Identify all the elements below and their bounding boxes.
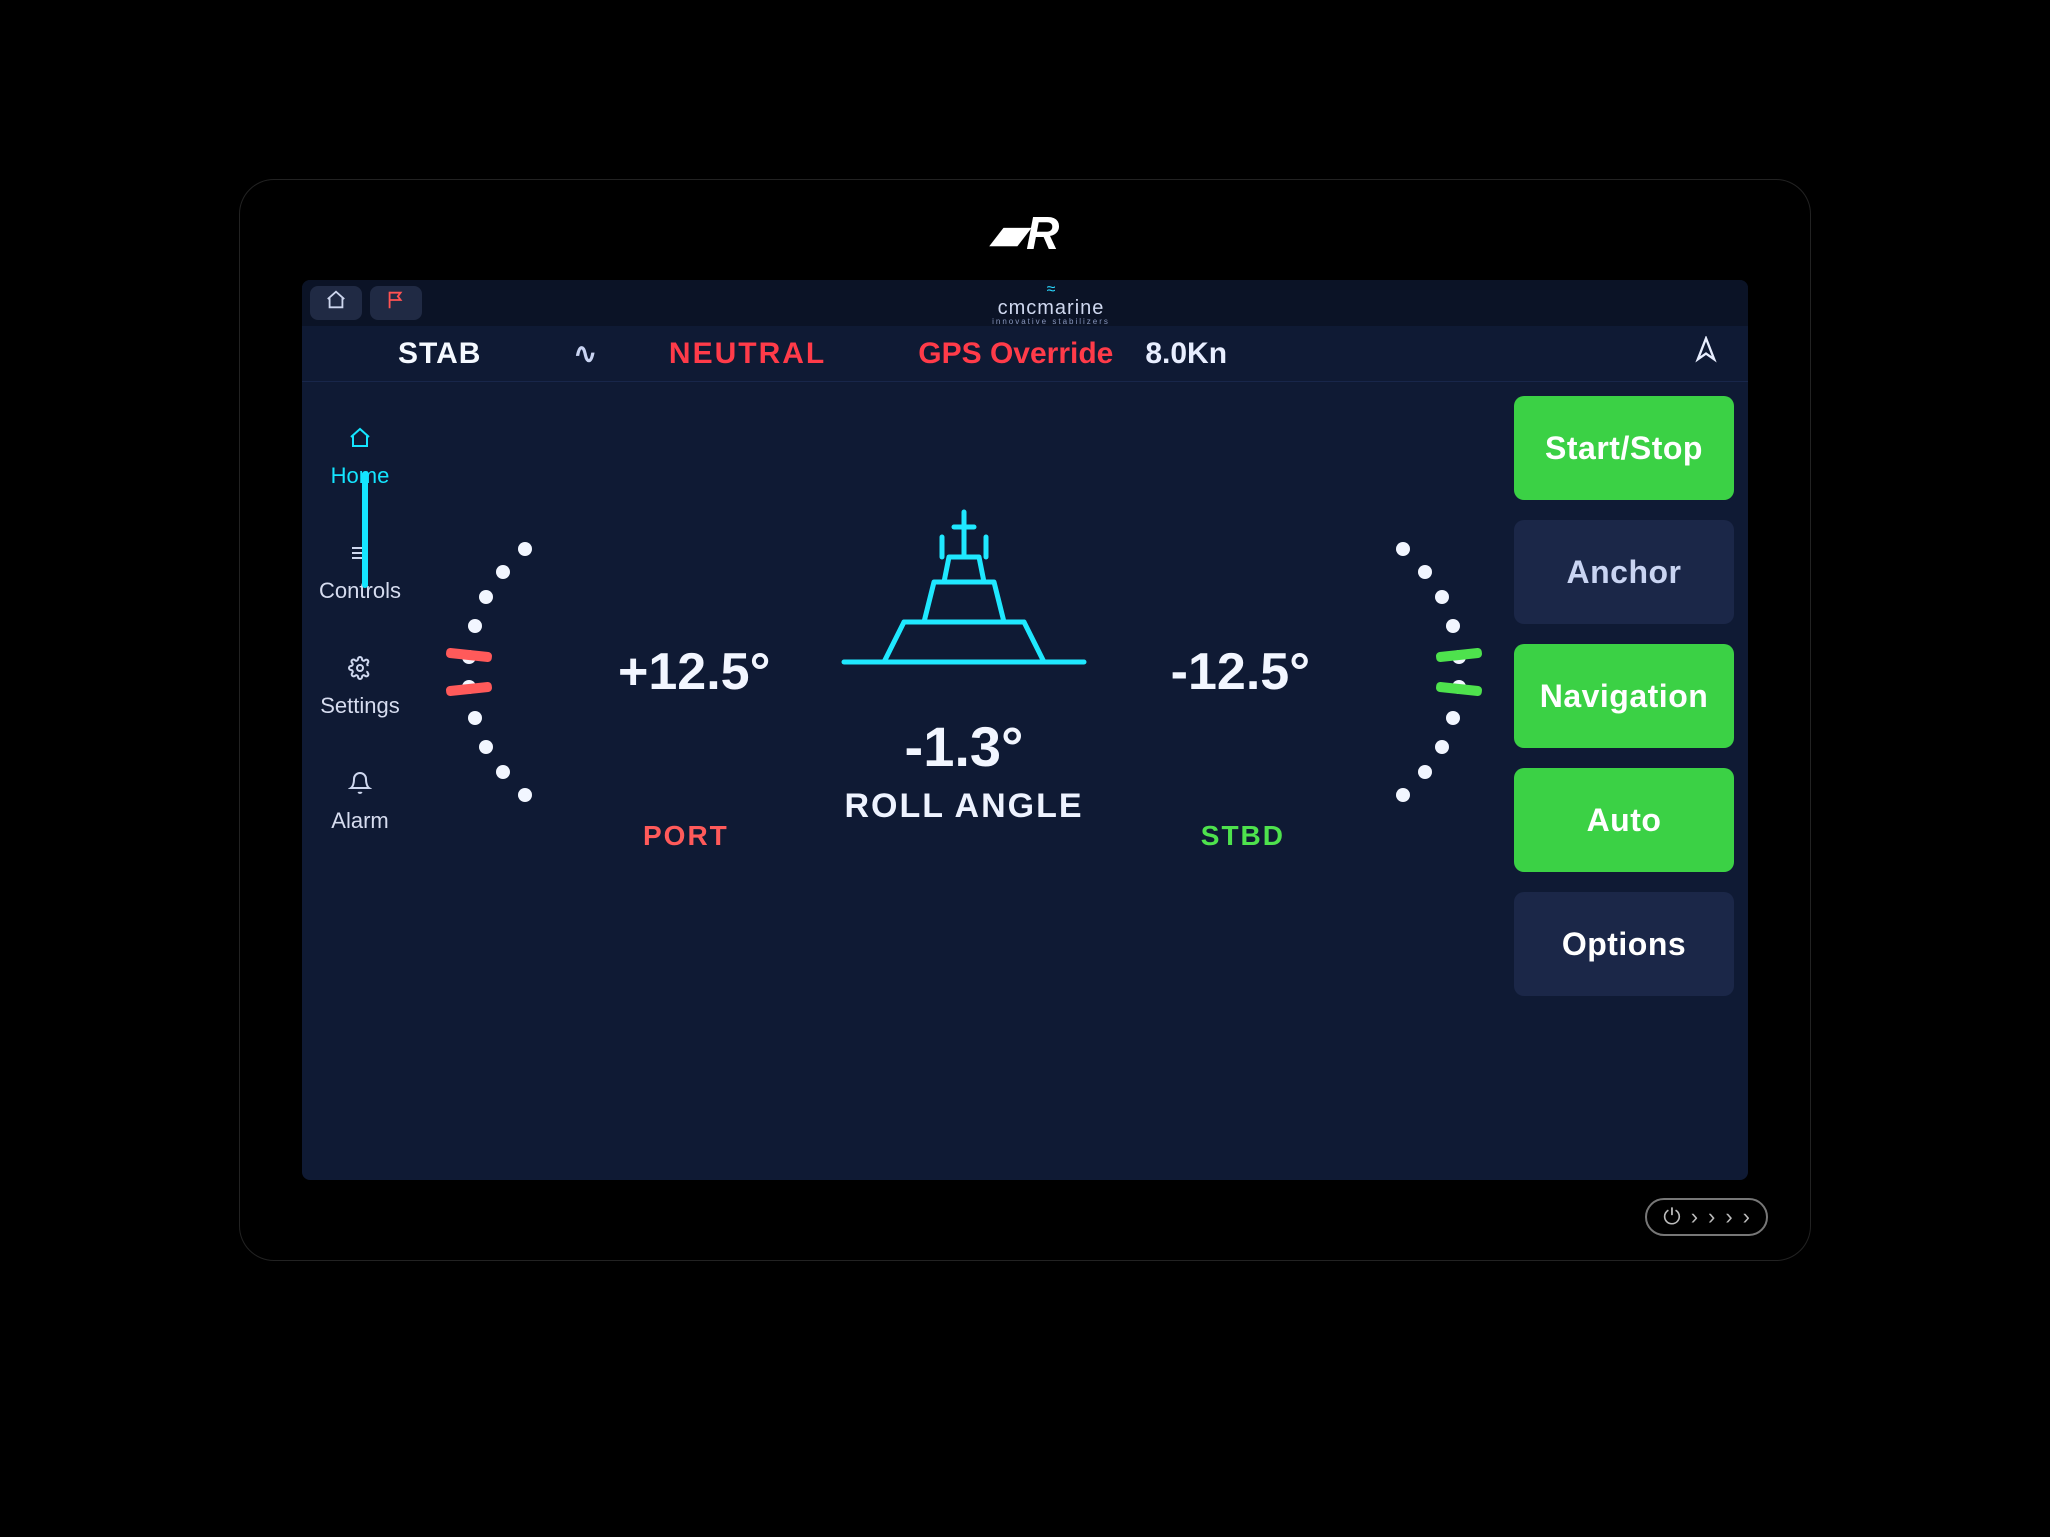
options-button[interactable]: Options [1514,892,1734,996]
gear-icon [348,656,372,687]
auto-button[interactable]: Auto [1514,768,1734,872]
navigation-button[interactable]: Navigation [1514,644,1734,748]
sidebar: Home Controls Settings [302,382,418,1180]
device-power-strip[interactable]: ⏻ › › › › [1645,1198,1768,1236]
status-bar: STAB ∿ NEUTRAL GPS Override 8.0Kn [302,326,1748,382]
start-stop-button[interactable]: Start/Stop [1514,396,1734,500]
brand-name: cmcmarine [998,298,1105,318]
titlebar-home-button[interactable] [310,286,362,320]
wave-icon: ∿ [573,337,596,370]
sidebar-item-settings[interactable]: Settings [302,630,418,745]
sidebar-item-label: Settings [320,693,400,719]
home-icon [348,426,372,457]
mode-label: STAB [398,337,481,371]
chevron-right-icon: › [1725,1204,1732,1230]
ship-display: -1.3° ROLL ANGLE [418,472,1510,826]
power-icon: ⏻ [1663,1204,1680,1230]
brand-wave-icon: ≈ [1047,282,1056,298]
sidebar-item-label: Alarm [331,808,388,834]
brand-area: ≈ cmcmarine innovative stabilizers [430,281,1672,326]
flag-icon [385,289,407,317]
neutral-status: NEUTRAL [669,337,826,371]
action-column: Start/Stop Anchor Navigation Auto Option… [1510,382,1748,1180]
sidebar-item-label: Home [331,463,390,489]
titlebar-flag-button[interactable] [370,286,422,320]
brand-subtitle: innovative stabilizers [992,318,1110,326]
bell-icon [348,771,372,802]
speed-value: 8.0Kn [1145,337,1227,371]
cursor-arrow-icon [1692,336,1720,372]
home-icon [325,289,347,317]
bezel-logo: ▰R [240,206,1810,260]
sidebar-item-home[interactable]: Home [302,400,418,515]
chevron-right-icon: › [1691,1204,1698,1230]
device-frame: ▰R ⏻ › › › › [240,180,1810,1260]
sidebar-active-marker [362,472,368,588]
titlebar: ≈ cmcmarine innovative stabilizers [302,280,1748,326]
sidebar-item-label: Controls [319,578,401,604]
app-screen: ≈ cmcmarine innovative stabilizers STAB … [302,280,1748,1180]
anchor-button[interactable]: Anchor [1514,520,1734,624]
gps-override-label: GPS Override [918,337,1113,371]
menu-icon [348,541,372,572]
chevron-right-icon: › [1708,1204,1715,1230]
ship-icon [834,472,1094,702]
roll-angle-label: ROLL ANGLE [844,787,1083,826]
sidebar-item-controls[interactable]: Controls [302,515,418,630]
roll-angle-value: -1.3° [905,714,1024,779]
chevron-right-icon: › [1743,1204,1750,1230]
sidebar-item-alarm[interactable]: Alarm [302,745,418,860]
main-gauge: +12.5° -12.5° PORT STBD [418,382,1510,1180]
